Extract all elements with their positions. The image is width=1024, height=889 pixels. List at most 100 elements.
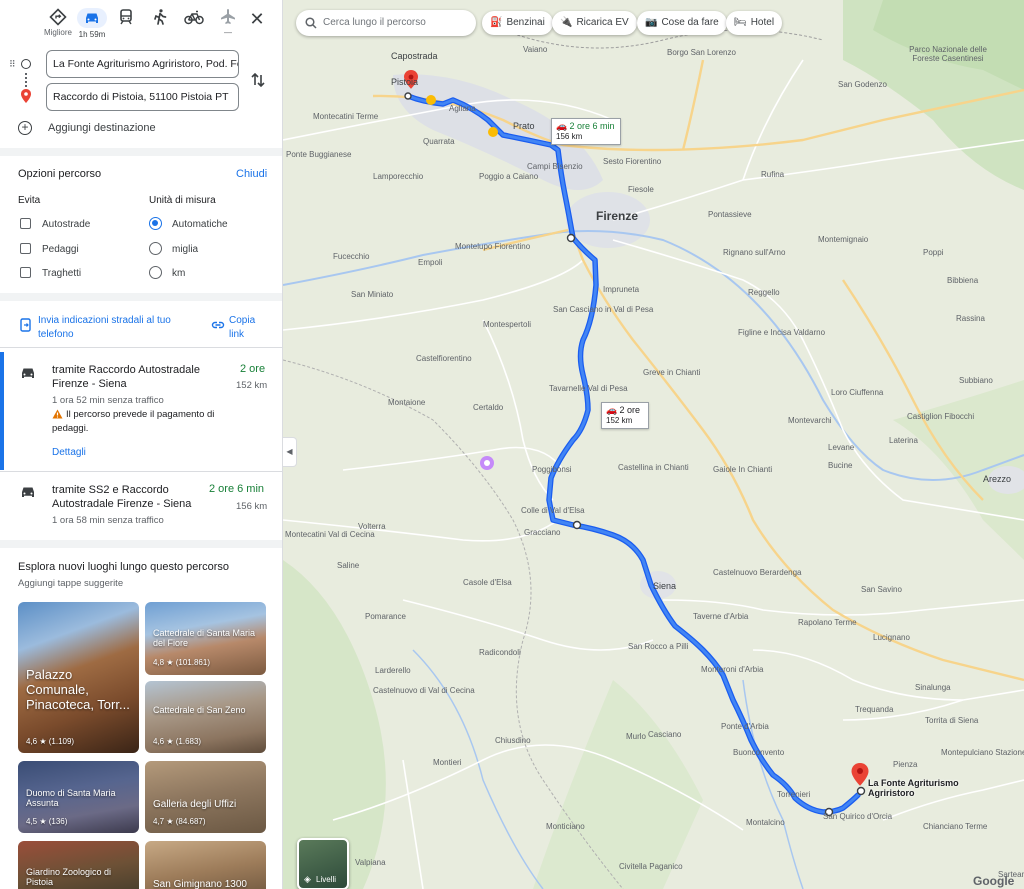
mode-car[interactable]: 1h 59m	[74, 8, 110, 39]
place-label: Montieri	[433, 758, 462, 767]
bike-icon	[184, 10, 204, 25]
mode-flight[interactable]: —	[210, 8, 246, 37]
directions-panel: Migliore 1h 59m — ✕ ⠿ La Fonte Agrituris…	[0, 0, 283, 889]
place-label: Bucine	[828, 461, 853, 470]
place-label: Certaldo	[473, 403, 504, 412]
place-card-title: Giardino Zoologico di Pistoia	[26, 867, 112, 888]
unit-auto-radio[interactable]	[149, 217, 162, 230]
add-destination-button[interactable]: + Aggiungi destinazione	[18, 121, 156, 135]
map-canvas[interactable]: Cerca lungo il percorso ⛽ Benzinai 🔌 Ricar…	[283, 0, 1024, 889]
divider	[0, 293, 282, 301]
destination-input[interactable]: Raccordo di Pistoia, 51100 Pistoia PT	[46, 83, 239, 111]
unit-miles-label: miglia	[172, 244, 199, 255]
place-label: Castellina in Chianti	[618, 463, 689, 472]
place-label: Fiesole	[628, 185, 654, 194]
place-label: Montalcino	[746, 818, 785, 827]
send-to-phone-link[interactable]: Invia indicazioni stradali al tuo telefo…	[38, 314, 188, 342]
place-label: Torrita di Siena	[925, 716, 979, 725]
collapse-panel-button[interactable]: ◀	[283, 437, 297, 467]
place-label: Taverne d'Arbia	[693, 612, 749, 621]
place-label: Poppi	[923, 248, 944, 257]
unit-km-label: km	[172, 268, 186, 279]
chip-things-to-do[interactable]: 📷 Cose da fare	[637, 11, 727, 35]
place-label: Subbiano	[959, 376, 993, 385]
place-label: Pistoia	[391, 77, 419, 87]
mode-car-label: 1h 59m	[78, 30, 106, 39]
avoid-ferries-checkbox[interactable]	[20, 267, 31, 278]
place-label: Sinalunga	[915, 683, 951, 692]
route-2-callout-km: 156 km	[556, 132, 583, 141]
place-label: Rapolano Terme	[798, 618, 857, 627]
place-label: Torrenieri	[777, 790, 811, 799]
place-card[interactable]: Duomo di Santa Maria Assunta 4,5 ★ (136)	[18, 761, 139, 833]
diamond-route-icon	[49, 8, 67, 26]
divider	[0, 540, 282, 548]
place-label: Civitella Paganico	[619, 862, 683, 871]
avoid-highways-checkbox[interactable]	[20, 218, 31, 229]
place-card[interactable]: Galleria degli Uffizi 4,7 ★ (84.687)	[145, 761, 266, 833]
plane-icon	[221, 9, 235, 24]
chip-hotel[interactable]: 🛏 Hotel	[726, 11, 783, 35]
mode-transit[interactable]	[108, 8, 144, 26]
chip-ev[interactable]: 🔌 Ricarica EV	[552, 11, 637, 35]
chip-things-label: Cose da fare	[661, 17, 719, 28]
place-label: Ponte Buggianese	[286, 150, 352, 159]
place-label: Greve in Chianti	[643, 368, 701, 377]
route-2-distance: 156 km	[236, 501, 268, 512]
units-title: Unità di misura	[149, 195, 216, 206]
place-label: Agliana	[449, 104, 476, 113]
route-dots-icon	[25, 73, 27, 87]
place-label: Rassina	[956, 314, 985, 323]
send-to-phone-icon	[20, 318, 31, 332]
route-1-title: tramite Raccordo Autostradale Firenze - …	[52, 364, 200, 390]
place-label: Montecatini Terme	[313, 112, 379, 121]
close-directions-button[interactable]: ✕	[246, 8, 268, 30]
avoid-ferries-label: Traghetti	[42, 268, 82, 279]
drag-handle-icon[interactable]: ⠿	[9, 59, 16, 70]
place-label: Campi Bisenzio	[527, 162, 583, 171]
chip-gas[interactable]: ⛽ Benzinai	[482, 11, 553, 35]
place-card-rating: 4,5 ★ (136)	[26, 817, 68, 826]
camera-icon: 📷	[645, 17, 658, 28]
route-2-duration: 2 ore 6 min	[209, 483, 265, 495]
gas-station-icon: ⛽	[490, 17, 503, 28]
place-card[interactable]: Palazzo Comunale, Pinacoteca, Torr... 4,…	[18, 602, 139, 753]
route-option-2[interactable]: tramite SS2 e Raccordo Autostradale Fire…	[0, 472, 282, 540]
avoid-highways-label: Autostrade	[42, 219, 91, 230]
add-icon: +	[18, 121, 32, 135]
destination-map-label[interactable]: La Fonte Agriturismo Agriristoro	[868, 778, 978, 798]
swap-waypoints-button[interactable]	[248, 70, 268, 90]
unit-km-radio[interactable]	[149, 266, 162, 279]
route-1-details-link[interactable]: Dettagli	[52, 447, 86, 458]
avoid-tolls-label: Pedaggi	[42, 244, 79, 255]
place-card[interactable]: Giardino Zoologico di Pistoia	[18, 841, 139, 889]
place-label: Poggibonsi	[532, 465, 572, 474]
route-2-callout[interactable]: 🚗 2 ore 6 min 156 km	[551, 118, 621, 145]
place-card[interactable]: Cattedrale di Santa Maria del Fiore 4,8 …	[145, 602, 266, 675]
place-label: Castiglion Fibocchi	[907, 412, 975, 421]
unit-miles-radio[interactable]	[149, 242, 162, 255]
route-1-callout[interactable]: 🚗 2 ore 152 km	[601, 402, 649, 429]
car-icon	[22, 368, 34, 378]
route-option-1[interactable]: tramite Raccordo Autostradale Firenze - …	[0, 352, 282, 470]
place-card[interactable]: San Gimignano 1300	[145, 841, 266, 889]
chip-ev-label: Ricarica EV	[576, 17, 629, 28]
mode-best[interactable]: Migliore	[40, 8, 76, 37]
place-label: San Savino	[861, 585, 902, 594]
place-label: Casole d'Elsa	[463, 578, 512, 587]
close-options-link[interactable]: Chiudi	[236, 168, 267, 180]
place-label: Gracciano	[524, 528, 561, 537]
layers-button[interactable]: ◈ Livelli	[297, 838, 349, 889]
route-1-toll-warning: Il percorso prevede il pagamento di peda…	[52, 409, 215, 434]
avoid-tolls-checkbox[interactable]	[20, 243, 31, 254]
place-label: Sesto Fiorentino	[603, 157, 662, 166]
mode-walk[interactable]	[142, 8, 178, 26]
copy-link-button[interactable]: Copia link	[229, 314, 259, 342]
route-2-title: tramite SS2 e Raccordo Autostradale Fire…	[52, 484, 192, 510]
search-along-route-input[interactable]: Cerca lungo il percorso	[296, 10, 476, 36]
mode-bike[interactable]	[176, 8, 212, 26]
origin-input[interactable]: La Fonte Agriturismo Agriristoro, Pod. F…	[46, 50, 239, 78]
place-card[interactable]: Cattedrale di San Zeno 4,6 ★ (1.683)	[145, 681, 266, 753]
ev-charging-icon: 🔌	[560, 17, 573, 28]
place-label: Colle di Val d'Elsa	[521, 506, 585, 515]
